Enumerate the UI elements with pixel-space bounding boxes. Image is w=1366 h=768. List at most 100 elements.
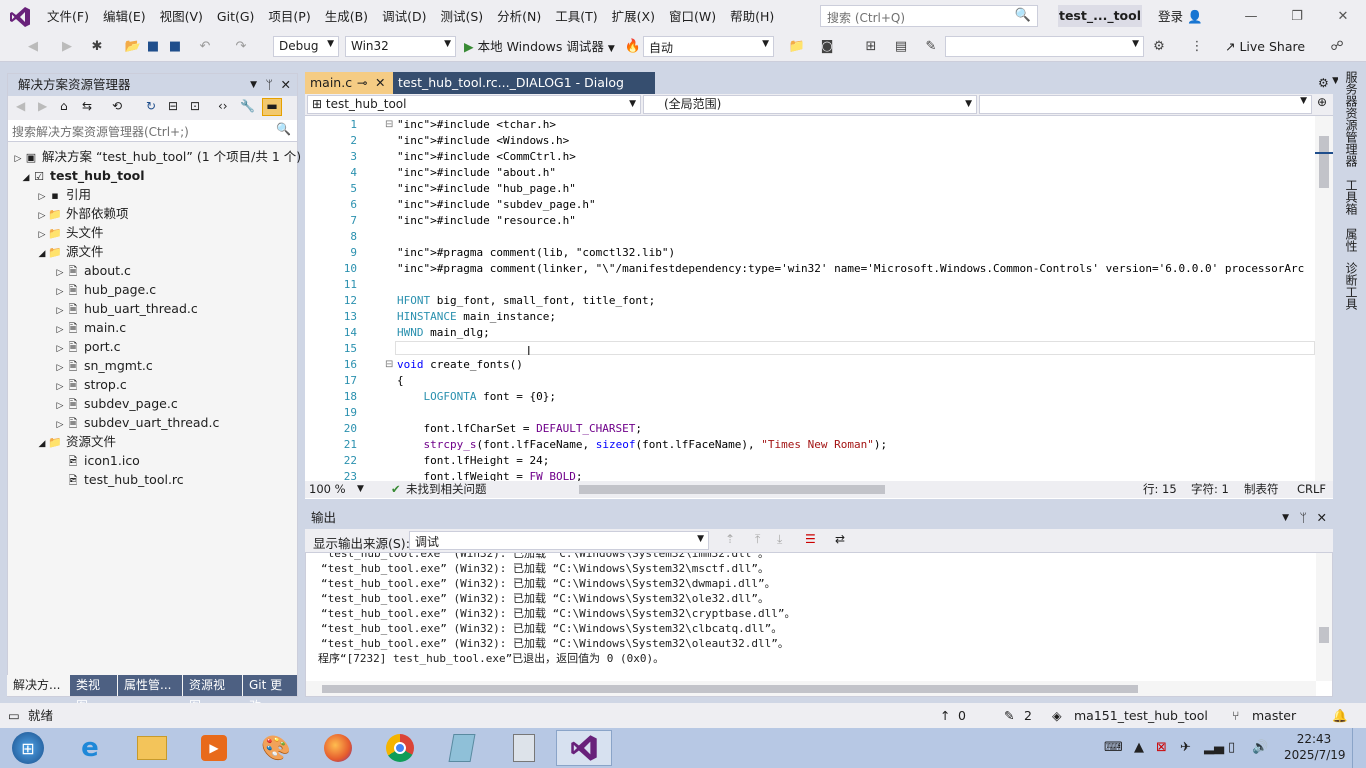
code-line[interactable]: "inc">#include "subdev_page.h"	[397, 198, 596, 211]
menu-item[interactable]: 分析(N)	[490, 0, 548, 33]
save-icon[interactable]: ■	[144, 38, 162, 56]
prev-message-icon[interactable]: ⤒	[755, 532, 760, 547]
menu-item[interactable]: 生成(B)	[318, 0, 375, 33]
solution-bottom-tab[interactable]: 资源视图	[183, 675, 242, 713]
tab-indicator[interactable]: 制表符	[1244, 481, 1279, 498]
close-icon[interactable]: ✕	[375, 72, 385, 94]
branch-name[interactable]: master	[1252, 703, 1296, 728]
code-line[interactable]: "inc">#include "about.h"	[397, 166, 556, 179]
undo-icon[interactable]: ↶	[196, 38, 214, 56]
wrench-icon[interactable]: 🔧	[240, 99, 255, 113]
toolbox-tab[interactable]: 工具箱	[1343, 179, 1360, 215]
live-share-button[interactable]: ↗ Live Share	[1225, 36, 1305, 57]
scope-nav-select[interactable]: (全局范围) ▼	[643, 95, 977, 114]
save-all-icon[interactable]: ■	[166, 38, 184, 56]
issues-status[interactable]: 未找到相关问题	[406, 481, 487, 498]
project-nav-select[interactable]: ⊞ test_hub_tool ▼	[307, 95, 641, 114]
chevron-down-icon[interactable]: ▼	[250, 74, 257, 96]
code-line[interactable]: LOGFONTA font = {0};	[397, 390, 556, 403]
output-source-select[interactable]: 调试 ▼	[409, 531, 709, 550]
tab-dialog[interactable]: test_hub_tool.rc..._DIALOG1 - Dialog	[393, 72, 655, 94]
code-line[interactable]: "inc">#pragma comment(lib, "comctl32.lib…	[397, 246, 675, 259]
script-icon[interactable]: ✎	[922, 38, 940, 56]
new-item-icon[interactable]: ✱	[88, 38, 106, 56]
vs-logo-icon[interactable]	[0, 0, 40, 33]
fold-icon[interactable]: ⊟	[385, 119, 393, 130]
repo-name[interactable]: ma151_test_hub_tool	[1074, 703, 1208, 728]
breakpoint-icon[interactable]: ⊞	[862, 38, 880, 56]
solution-bottom-tab[interactable]: 类视图	[70, 675, 117, 713]
solution-bottom-tab[interactable]: Git 更改	[243, 675, 297, 713]
file-node[interactable]: ▷ 🗎 hub_uart_thread.c	[8, 299, 198, 318]
camera-icon[interactable]: ◙	[818, 38, 836, 56]
folder-node[interactable]: ▷ 📁 头文件	[8, 223, 104, 242]
solution-search-input[interactable]: 搜索解决方案资源管理器(Ctrl+;) 🔍	[8, 120, 297, 142]
scrollbar-thumb[interactable]	[1319, 136, 1329, 188]
folder-search-icon[interactable]: 📁	[788, 38, 806, 56]
edits-count[interactable]: 2	[1024, 703, 1032, 728]
file-node[interactable]: ▷ 🗎 strop.c	[8, 375, 127, 394]
back-icon[interactable]: ◀	[16, 99, 25, 113]
goto-icon[interactable]: ⇡	[725, 532, 735, 546]
redo-icon[interactable]: ↷	[232, 38, 250, 56]
solution-title[interactable]: test_..._tool	[1058, 5, 1142, 27]
unpushed-count[interactable]: 0	[958, 703, 966, 728]
refresh-icon[interactable]: ↻	[146, 99, 156, 113]
history-icon[interactable]: ⟲	[112, 99, 122, 113]
file-explorer-icon[interactable]	[124, 730, 180, 766]
arrow-up-icon[interactable]: ↑	[940, 703, 950, 728]
output-text[interactable]: “test_hub_tool.exe” (Win32): 已加载 “C:\Win…	[306, 553, 1316, 681]
flame-icon[interactable]: 🔥	[624, 38, 642, 56]
solution-node[interactable]: ▷ ▣ 解决方案 “test_hub_tool” (1 个项目/共 1 个)	[8, 147, 302, 166]
eol-indicator[interactable]: CRLF	[1297, 481, 1326, 498]
forward-icon[interactable]: ▶	[58, 38, 76, 56]
server-explorer-tab[interactable]: 服务器资源管理器	[1343, 71, 1360, 167]
start-button[interactable]: ⊞	[0, 730, 56, 766]
open-folder-icon[interactable]: 📂	[124, 38, 142, 56]
code-line[interactable]: "inc">#include <tchar.h>	[397, 118, 556, 131]
file-node[interactable]: ▷ 🗎 about.c	[8, 261, 131, 280]
config-select[interactable]: Debug ▼	[273, 36, 339, 57]
code-icon[interactable]: ‹›	[218, 99, 228, 113]
volume-icon[interactable]: 🔊	[1252, 728, 1268, 768]
ie-icon[interactable]: e	[62, 730, 118, 766]
chrome-icon[interactable]	[372, 730, 428, 766]
member-nav-select[interactable]: ▼	[979, 95, 1312, 114]
file-node[interactable]: ▷ 🗎 sn_mgmt.c	[8, 356, 153, 375]
run-debugger-button[interactable]: ▶ 本地 Windows 调试器 ▼	[464, 36, 615, 60]
settings-icon[interactable]: ⚙	[1150, 38, 1168, 56]
menu-item[interactable]: 文件(F)	[40, 0, 96, 33]
output-horizontal-scrollbar[interactable]	[306, 681, 1316, 696]
code-line[interactable]: void create_fonts()	[397, 358, 523, 371]
file-node[interactable]: ▷ 🗎 hub_page.c	[8, 280, 157, 299]
media-player-icon[interactable]: ▶	[186, 730, 242, 766]
diagnostics-tab[interactable]: 诊断工具	[1343, 262, 1360, 310]
clock[interactable]: 22:43 2025/7/19	[1284, 731, 1346, 763]
show-desktop-button[interactable]	[1352, 728, 1366, 768]
split-icon[interactable]: ⊕	[1317, 95, 1327, 109]
code-line[interactable]: "inc">#include "hub_page.h"	[397, 182, 576, 195]
scrollbar-thumb[interactable]	[1319, 627, 1329, 643]
menu-item[interactable]: 项目(P)	[261, 0, 317, 33]
code-line[interactable]: HFONT big_font, small_font, title_font;	[397, 294, 655, 307]
close-window-button[interactable]: ✕	[1320, 0, 1366, 33]
chevron-down-icon[interactable]: ▼	[1282, 507, 1289, 529]
maximize-button[interactable]: ❐	[1274, 0, 1320, 33]
feedback-icon[interactable]: ☍	[1328, 38, 1346, 56]
pencil-icon[interactable]: ✎	[1004, 703, 1014, 728]
editor-vertical-scrollbar[interactable]	[1315, 116, 1333, 481]
auto-select[interactable]: 自动 ▼	[643, 36, 774, 57]
properties-tab[interactable]: 属性	[1343, 228, 1360, 252]
network-error-icon[interactable]: ⊠	[1156, 728, 1167, 768]
code-line[interactable]: font.lfHeight = 24;	[397, 454, 549, 467]
pin-icon[interactable]: ᛘ	[1299, 507, 1307, 529]
code-line[interactable]: "inc">#include "resource.h"	[397, 214, 576, 227]
code-line[interactable]: "inc">#include <CommCtrl.h>	[397, 150, 576, 163]
code-line[interactable]: strcpy_s(font.lfFaceName, sizeof(font.lf…	[397, 438, 888, 451]
minimize-button[interactable]: —	[1228, 0, 1274, 33]
code-line[interactable]: HWND main_dlg;	[397, 326, 490, 339]
code-area[interactable]: 1 "inc">#include <tchar.h> 2 "inc">#include…	[305, 116, 1315, 481]
preview-icon[interactable]: ▬	[262, 98, 282, 116]
menu-item[interactable]: Git(G)	[210, 0, 262, 33]
menu-item[interactable]: 测试(S)	[433, 0, 490, 33]
